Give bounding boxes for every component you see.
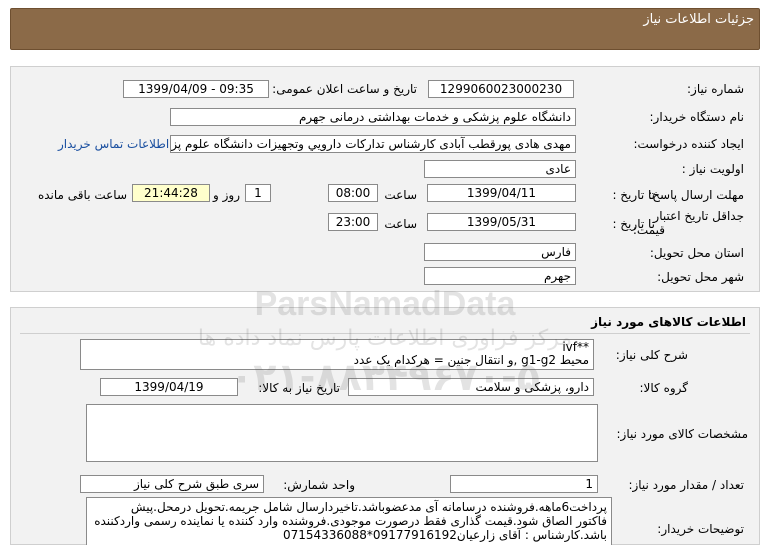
days-remaining-field: 1	[245, 184, 271, 202]
buyer-label: نام دستگاه خریدار:	[649, 110, 745, 124]
goods-section-divider	[20, 333, 750, 334]
need-number-field: 1299060023000230	[428, 80, 574, 98]
priority-field: عادی	[424, 160, 576, 178]
group-field: دارو، پزشکی و سلامت	[348, 378, 594, 396]
quantity-field: 1	[450, 475, 598, 493]
need-info-panel	[10, 66, 760, 292]
validity-time-field: 23:00	[328, 213, 378, 231]
desc-field: **ivf محیط g1-g2 ,و انتقال جنین = هرکدام…	[80, 339, 594, 370]
announce-field: 1399/04/09 - 09:35	[123, 80, 269, 98]
buyer-contact-link[interactable]: اطلاعات تماس خریدار	[58, 137, 169, 151]
buyer-notes-field: پرداخت6ماهه.فروشنده درسامانه آی مدعضوباش…	[86, 497, 612, 545]
specs-label: مشخصات کالای مورد نیاز:	[616, 427, 748, 441]
deadline-to-date-label: تا تاریخ :	[612, 188, 655, 202]
desc-label: شرح کلی نیاز:	[615, 348, 688, 362]
buyer-notes-line-1: پرداخت6ماهه.فروشنده درسامانه آی مدعضوباش…	[130, 500, 607, 514]
need-number-label: شماره نیاز:	[687, 82, 744, 96]
unit-label: واحد شمارش:	[283, 478, 355, 492]
validity-label-1: جداقل تاریخ اعتبار	[653, 209, 744, 223]
desc-line-2: محیط g1-g2 ,و انتقال جنین = هرکدام یک عد…	[353, 353, 589, 367]
province-field: فارس	[424, 243, 576, 261]
creator-field: مهدی هادی پورقطب آبادی کارشناس تداركات د…	[170, 135, 576, 153]
city-field: جهرم	[424, 267, 576, 285]
deadline-label: مهلت ارسال پاسخ:	[648, 188, 744, 202]
validity-date-field: 1399/05/31	[427, 213, 576, 231]
announce-label: تاریخ و ساعت اعلان عمومی:	[272, 82, 417, 96]
page-title: جزئیات اطلاعات نیاز	[643, 12, 754, 27]
province-label: استان محل تحویل:	[649, 246, 744, 260]
buyer-notes-line-3: باشد.کارشناس : آقای زارعیان09177916192*0…	[282, 528, 607, 542]
deadline-time-label: ساعت	[384, 188, 417, 202]
validity-to-date-label: تا تاریخ :	[612, 217, 655, 231]
remaining-label: ساعت باقی مانده	[37, 188, 127, 202]
remaining-time-field: 21:44:28	[132, 184, 210, 202]
city-label: شهر محل تحویل:	[657, 270, 744, 284]
deadline-date-field: 1399/04/11	[427, 184, 576, 202]
priority-label: اولویت نیاز :	[681, 162, 744, 176]
buyer-notes-label: توضیحات خریدار:	[657, 522, 744, 536]
goods-section-title: اطلاعات کالاهای مورد نیاز	[591, 315, 746, 329]
quantity-label: تعداد / مقدار مورد نیاز:	[628, 478, 744, 492]
need-date-label: تاریخ نیاز به کالا:	[258, 381, 340, 395]
group-label: گروه کالا:	[639, 381, 689, 395]
days-label: روز و	[213, 188, 240, 202]
buyer-field: دانشگاه علوم پزشکی و خدمات بهداشتی درمان…	[170, 108, 576, 126]
creator-label: ایجاد کننده درخواست:	[633, 137, 744, 151]
specs-field	[86, 404, 598, 462]
unit-field: سری طبق شرح کلی نیاز	[80, 475, 264, 493]
need-date-field: 1399/04/19	[100, 378, 238, 396]
validity-time-label: ساعت	[384, 217, 417, 231]
buyer-notes-line-2: فاکتور الصاق شود.قیمت گذاری فقط درصورت م…	[94, 514, 607, 528]
deadline-time-field: 08:00	[328, 184, 378, 202]
